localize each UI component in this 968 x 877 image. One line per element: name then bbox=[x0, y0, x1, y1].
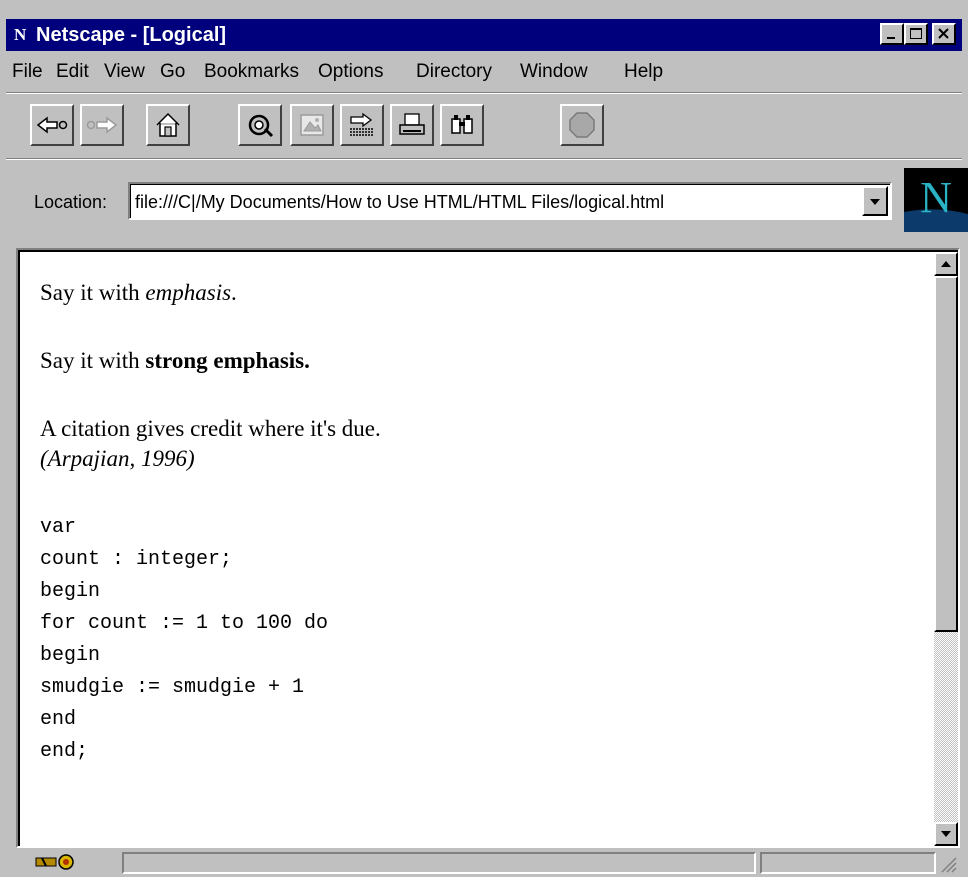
text: . bbox=[231, 280, 237, 305]
menu-bookmarks[interactable]: Bookmarks bbox=[204, 60, 299, 84]
print-icon bbox=[399, 113, 425, 135]
minimize-button[interactable] bbox=[880, 23, 904, 45]
content-area: Say it with emphasis. Say it with strong… bbox=[18, 250, 958, 846]
images-icon bbox=[300, 114, 324, 136]
status-text-panel bbox=[122, 852, 756, 874]
netscape-logo[interactable]: N bbox=[904, 168, 968, 232]
location-input-inner: file:///C|/My Documents/How to Use HTML/… bbox=[130, 184, 890, 218]
home-icon bbox=[156, 112, 180, 137]
paragraph-strong: Say it with strong emphasis. bbox=[40, 346, 920, 376]
menu-help[interactable]: Help bbox=[624, 60, 663, 84]
home-button[interactable] bbox=[146, 104, 190, 146]
menu-file[interactable]: File bbox=[12, 60, 43, 84]
reload-button[interactable] bbox=[238, 104, 282, 146]
menu-directory[interactable]: Directory bbox=[416, 60, 492, 84]
security-key-icon[interactable] bbox=[32, 852, 80, 872]
print-button[interactable] bbox=[390, 104, 434, 146]
find-button[interactable] bbox=[440, 104, 484, 146]
images-button[interactable] bbox=[290, 104, 334, 146]
status-bar bbox=[16, 850, 960, 877]
svg-text:N: N bbox=[920, 173, 952, 222]
text: A citation gives credit where it's due. bbox=[40, 416, 381, 441]
vertical-scrollbar[interactable] bbox=[934, 252, 958, 846]
text: Say it with bbox=[40, 348, 146, 373]
content-frame: Say it with emphasis. Say it with strong… bbox=[16, 248, 960, 848]
location-separator bbox=[6, 158, 962, 160]
minimize-icon bbox=[887, 37, 895, 39]
menu-options[interactable]: Options bbox=[318, 60, 383, 84]
strong-text: strong emphasis. bbox=[145, 348, 310, 373]
emphasis-text: emphasis bbox=[145, 280, 232, 305]
paragraph-emphasis: Say it with emphasis. bbox=[40, 278, 920, 308]
forward-icon bbox=[86, 116, 118, 134]
open-button[interactable] bbox=[340, 104, 384, 146]
netscape-logo-icon: N bbox=[904, 168, 968, 232]
title-bar[interactable]: N Netscape - [Logical] bbox=[6, 19, 962, 51]
arrow-down-icon bbox=[941, 831, 951, 837]
open-icon bbox=[350, 112, 374, 136]
scroll-down-button[interactable] bbox=[934, 822, 958, 846]
location-url[interactable]: file:///C|/My Documents/How to Use HTML/… bbox=[135, 191, 664, 213]
stop-button[interactable] bbox=[560, 104, 604, 146]
status-progress-panel bbox=[760, 852, 936, 874]
scroll-up-button[interactable] bbox=[934, 252, 958, 276]
maximize-button[interactable] bbox=[904, 23, 928, 45]
location-label: Location: bbox=[34, 192, 108, 212]
chevron-down-icon bbox=[870, 199, 880, 205]
reload-icon bbox=[248, 114, 274, 138]
text: Say it with bbox=[40, 280, 146, 305]
stop-icon bbox=[569, 112, 595, 138]
document-body: Say it with emphasis. Say it with strong… bbox=[40, 278, 920, 768]
netscape-n-icon: N bbox=[14, 25, 27, 44]
menu-window[interactable]: Window bbox=[520, 60, 588, 84]
paragraph-citation: A citation gives credit where it's due. (… bbox=[40, 414, 920, 474]
close-icon bbox=[938, 28, 949, 39]
browser-window: N Netscape - [Logical] File Edit View Go… bbox=[0, 0, 968, 877]
back-button[interactable] bbox=[30, 104, 74, 146]
back-icon bbox=[36, 116, 68, 134]
citation: (Arpajian, 1996) bbox=[40, 446, 195, 471]
find-icon bbox=[451, 115, 473, 134]
code-block: var count : integer; begin for count := … bbox=[40, 516, 329, 763]
toolbar-separator bbox=[6, 92, 962, 94]
window-title: Netscape - [Logical] bbox=[36, 24, 227, 46]
menu-edit[interactable]: Edit bbox=[56, 60, 89, 84]
scroll-thumb[interactable] bbox=[934, 276, 958, 632]
maximize-icon bbox=[910, 28, 922, 39]
close-button[interactable] bbox=[932, 23, 956, 45]
location-input[interactable]: file:///C|/My Documents/How to Use HTML/… bbox=[128, 182, 892, 220]
menu-view[interactable]: View bbox=[104, 60, 145, 84]
menu-go[interactable]: Go bbox=[160, 60, 185, 84]
forward-button[interactable] bbox=[80, 104, 124, 146]
arrow-up-icon bbox=[941, 261, 951, 267]
menu-bar: File Edit View Go Bookmarks Options Dire… bbox=[8, 56, 958, 90]
resize-grip-icon[interactable] bbox=[938, 854, 958, 874]
location-dropdown-button[interactable] bbox=[862, 186, 888, 216]
